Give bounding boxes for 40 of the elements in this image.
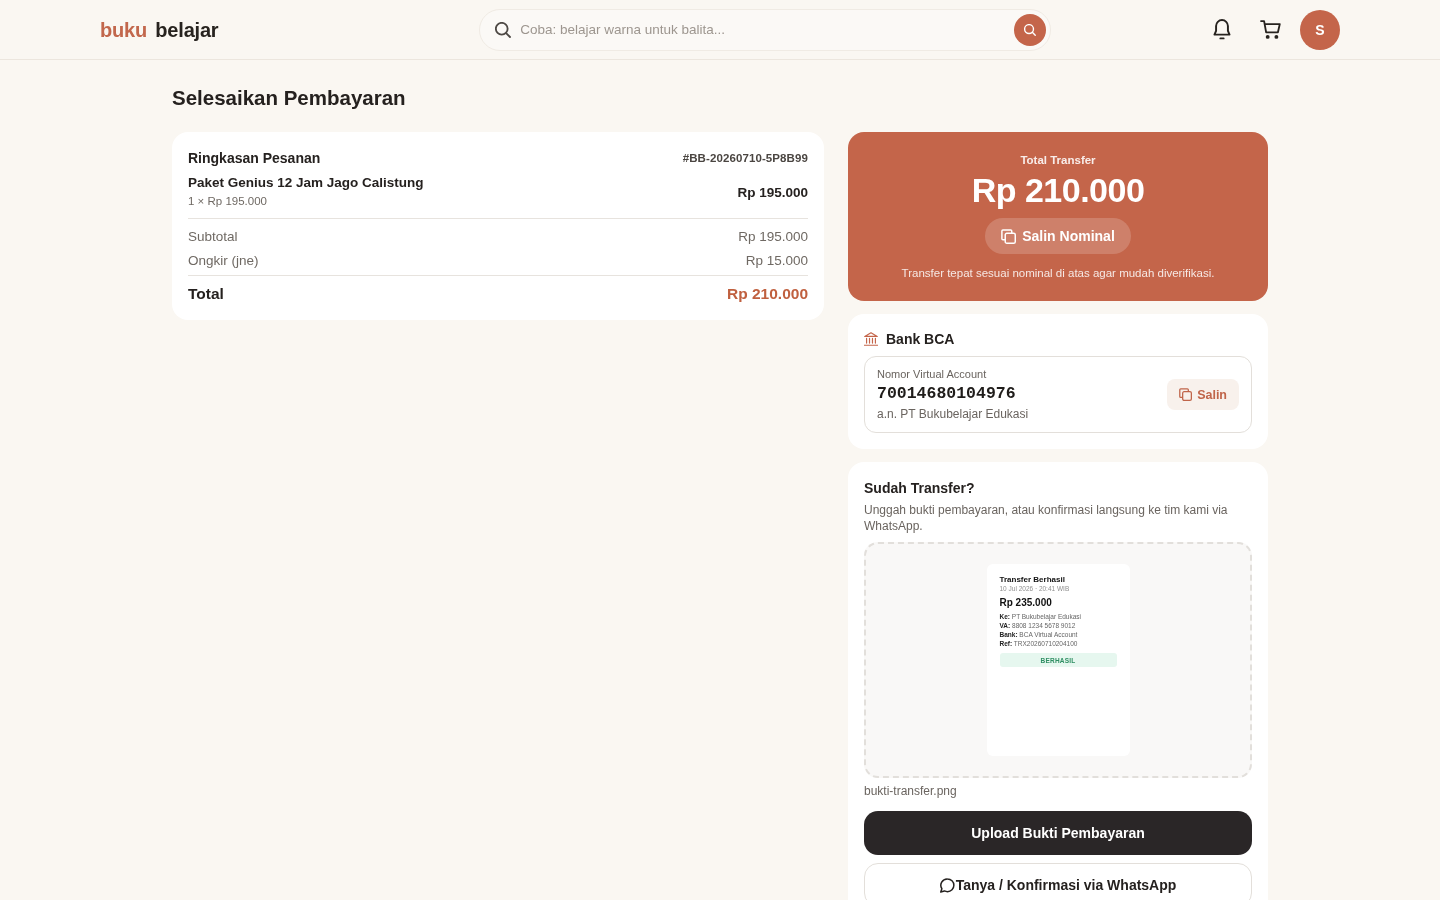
summary-label: Subtotal (188, 228, 238, 246)
product-name: Paket Genius 12 Jam Jago Calistung (188, 174, 424, 192)
receipt-title: Transfer Berhasil (999, 575, 1066, 585)
transfer-amount: Rp 210.000 (971, 170, 1145, 210)
transfer-label: Total Transfer (1020, 153, 1096, 167)
search-icon (495, 21, 512, 38)
account-label: Nomor Virtual Account (877, 367, 988, 381)
summary-label: Ongkir (jne) (188, 252, 259, 270)
search-icon (1024, 23, 1037, 36)
page-title: Selesaikan Pembayaran (172, 86, 407, 110)
account-number: 70014680104976 (877, 383, 1017, 405)
card-title: Ringkasan Pesanan (188, 149, 321, 167)
search-input[interactable]: Coba: belajar warna untuk balita... (520, 19, 1006, 40)
total-value: Rp 210.000 (727, 285, 808, 303)
item-price: Rp 195.000 (737, 184, 808, 200)
file-name: bukti-transfer.png (864, 783, 958, 799)
receipt-amount: Rp 235.000 (999, 597, 1053, 609)
order-id: #BB-20260710-5P8B99 (682, 152, 808, 164)
account-holder: a.n. PT Bukubelajar Edukasi (877, 406, 1029, 422)
search-button[interactable] (1014, 13, 1047, 46)
bank-name: Bank BCA (886, 330, 955, 348)
chat-bubble-icon (939, 877, 955, 893)
card-title: Sudah Transfer? (864, 479, 976, 497)
search-field[interactable]: Coba: belajar warna untuk balita... (479, 8, 1052, 51)
copy-button[interactable]: Salin (1167, 379, 1239, 410)
bank-icon (864, 332, 878, 346)
total-label: Total (188, 284, 224, 304)
bell-icon[interactable] (1212, 19, 1232, 40)
whatsapp-button[interactable]: Tanya / Konfirmasi via WhatsApp (864, 863, 1252, 900)
quantity-price: 1 × Rp 195.000 (188, 194, 268, 209)
cart-icon[interactable] (1260, 20, 1281, 39)
upload-description: Unggah bukti pembayaran, atau konfirmasi langsung ke tim kami via WhatsApp. (864, 502, 1229, 534)
logo-link[interactable]: buku belajar (100, 18, 219, 42)
transfer-note: Transfer tepat sesuai nominal di atas agar mudah diverifikasi. (901, 266, 1215, 280)
summary-value: Rp 15.000 (745, 252, 808, 270)
summary-value: Rp 195.000 (738, 228, 808, 246)
copy-icon (1001, 228, 1017, 244)
avatar[interactable]: S (1300, 9, 1340, 50)
copy-icon (1179, 388, 1193, 401)
upload-button[interactable]: Upload Bukti Pembayaran (864, 811, 1252, 855)
